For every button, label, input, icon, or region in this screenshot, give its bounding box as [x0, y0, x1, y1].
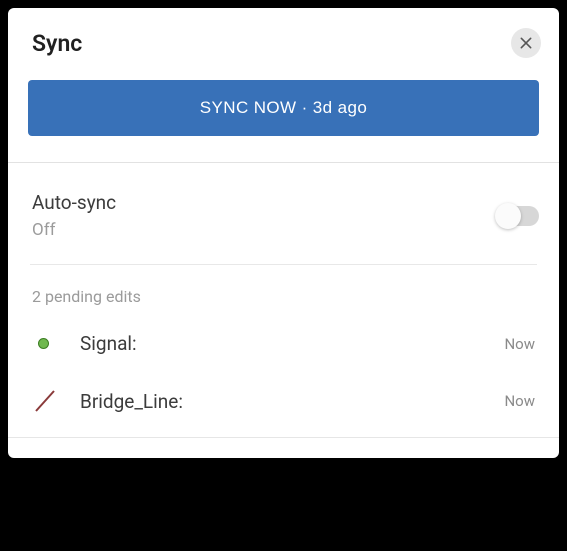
sync-panel: Sync SYNC NOW · 3d ago Auto-sync Off 2 p… — [8, 8, 559, 458]
divider — [8, 437, 559, 438]
point-icon — [32, 338, 80, 349]
auto-sync-row: Auto-sync Off — [8, 167, 559, 264]
list-item[interactable]: Signal: Now — [8, 316, 559, 371]
line-icon — [32, 387, 80, 415]
list-item-left: Signal: — [32, 332, 137, 355]
sync-now-button[interactable]: SYNC NOW · 3d ago — [28, 80, 539, 136]
auto-sync-toggle[interactable] — [497, 206, 539, 226]
close-button[interactable] — [511, 28, 541, 58]
auto-sync-status: Off — [32, 220, 116, 240]
auto-sync-text: Auto-sync Off — [32, 191, 116, 240]
sync-now-label: SYNC NOW · 3d ago — [200, 98, 367, 118]
list-item[interactable]: Bridge_Line: Now — [8, 371, 559, 431]
divider — [8, 162, 559, 163]
auto-sync-label: Auto-sync — [32, 191, 116, 214]
list-item-left: Bridge_Line: — [32, 387, 183, 415]
list-item-time: Now — [504, 392, 535, 410]
page-title: Sync — [32, 30, 82, 57]
sync-button-container: SYNC NOW · 3d ago — [8, 58, 559, 162]
list-item-time: Now — [504, 335, 535, 353]
close-icon — [518, 35, 534, 51]
list-item-name: Signal: — [80, 332, 137, 355]
panel-header: Sync — [8, 8, 559, 58]
list-item-name: Bridge_Line: — [80, 390, 183, 413]
toggle-knob — [495, 203, 521, 229]
pending-edits-heading: 2 pending edits — [8, 265, 559, 316]
